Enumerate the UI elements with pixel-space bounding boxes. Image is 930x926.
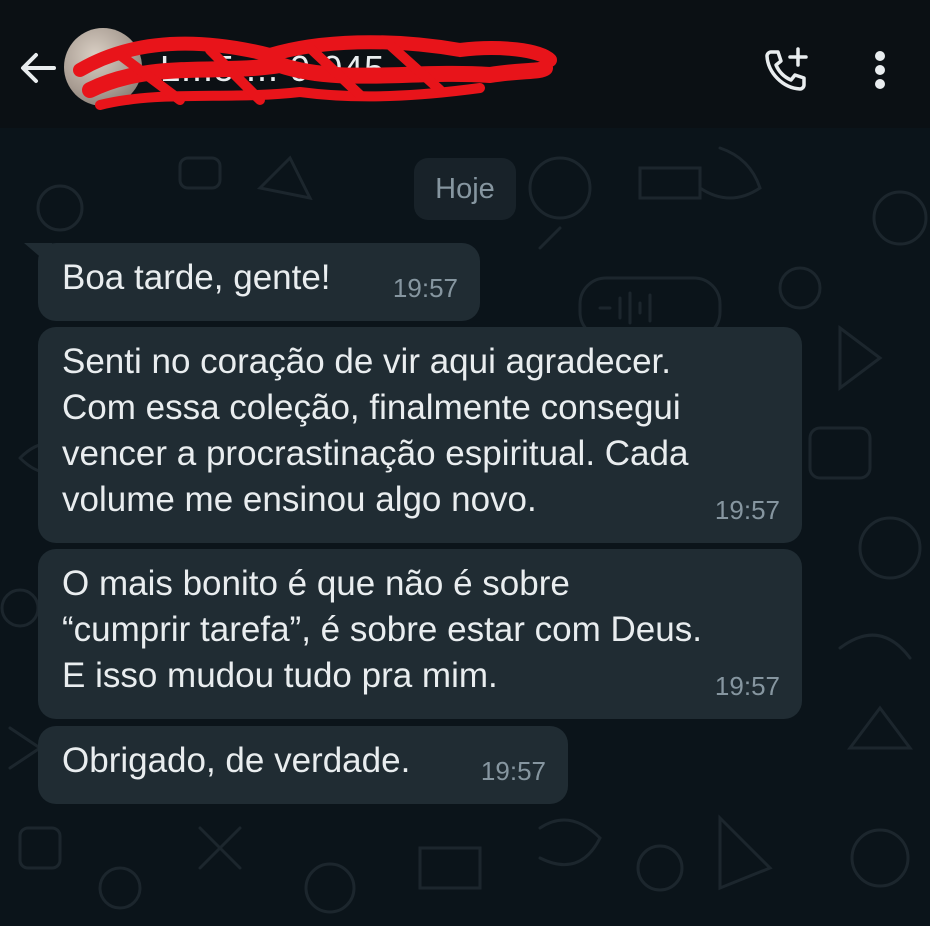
add-call-icon	[765, 47, 808, 91]
message-time: 19:57	[714, 671, 780, 701]
arrow-left-icon	[21, 53, 56, 83]
message-bubble[interactable]: Senti no coração de vir aqui agradecer. …	[38, 327, 802, 543]
date-chip: Hoje	[414, 158, 516, 220]
message-bubble[interactable]: Obrigado, de verdade. 19:57	[38, 726, 568, 804]
chat-header: L...5 ... 9.045	[0, 0, 930, 128]
add-call-button[interactable]	[758, 42, 814, 98]
more-vertical-icon	[875, 51, 885, 89]
message-time: 19:57	[392, 273, 458, 303]
message-text: Senti no coração de vir aqui agradecer. …	[62, 342, 689, 519]
message-time: 19:57	[714, 495, 780, 525]
message-text: O mais bonito é que não é sobre “cumprir…	[62, 564, 702, 695]
redaction-scribble	[73, 35, 557, 110]
message-text: Obrigado, de verdade.	[62, 741, 411, 780]
more-options-button[interactable]	[856, 42, 904, 98]
back-button[interactable]	[16, 46, 60, 90]
message-bubble[interactable]: O mais bonito é que não é sobre “cumprir…	[38, 549, 802, 719]
message-bubble[interactable]: Boa tarde, gente! 19:57	[24, 243, 480, 321]
chat-area[interactable]: Hoje Boa tarde, gente! 19:57 Senti no co…	[0, 128, 930, 926]
bubble-tail	[24, 243, 52, 267]
message-time: 19:57	[480, 756, 546, 786]
